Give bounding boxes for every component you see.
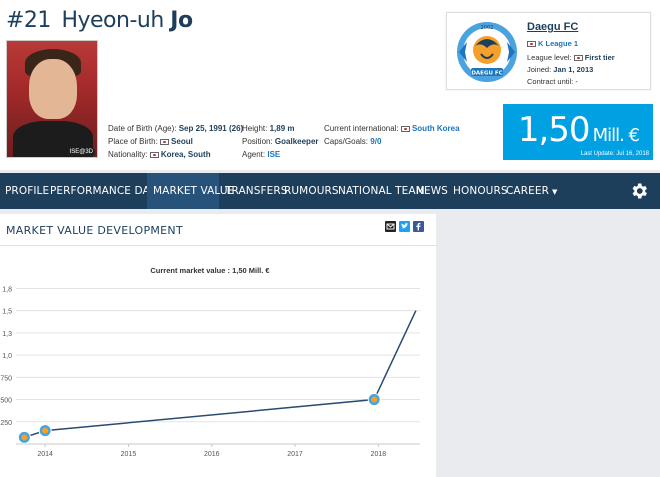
- pob-row: Place of Birth: Seoul: [108, 137, 193, 146]
- korea-flag-icon: [400, 125, 410, 132]
- data-point-club-badge-icon[interactable]: [17, 430, 31, 444]
- last-name: Jo: [170, 8, 193, 33]
- y-tick-label: 1,0: [2, 353, 12, 360]
- svg-text:2002: 2002: [481, 25, 494, 31]
- club-box: DAEGU FC 2002 Daegu FC K League 1 League…: [446, 12, 651, 90]
- x-tick-label: 2016: [204, 451, 220, 458]
- y-tick-label: 1,8: [2, 286, 12, 293]
- player-name: #21 Hyeon-uh Jo: [6, 8, 193, 33]
- svg-text:DAEGU FC: DAEGU FC: [471, 71, 502, 77]
- player-photo: ISE@3D: [6, 40, 98, 158]
- agent-link[interactable]: ISE: [267, 150, 280, 159]
- gear-icon[interactable]: [629, 181, 649, 201]
- data-point-club-badge-icon[interactable]: [38, 424, 52, 438]
- x-tick-label: 2014: [37, 451, 53, 458]
- dob-row: Date of Birth (Age): Sep 25, 1991 (26): [108, 124, 244, 133]
- league-level-row: League level: First tier: [527, 53, 615, 62]
- last-update: Last Update: Jul 16, 2018: [580, 151, 649, 157]
- photo-face: [29, 59, 77, 119]
- nav-item-profile[interactable]: Profile: [0, 173, 49, 209]
- right-column: [436, 214, 660, 477]
- club-name-link[interactable]: Daegu FC: [527, 21, 578, 33]
- league-row: K League 1: [527, 39, 578, 48]
- y-tick-label: 500: [0, 398, 12, 405]
- dob-value: Sep 25, 1991 (26): [178, 124, 244, 133]
- daegu-fc-logo-icon[interactable]: DAEGU FC 2002: [453, 18, 521, 86]
- nationality-value: Korea, South: [160, 150, 211, 159]
- y-tick-label: 1,3: [2, 331, 12, 338]
- x-tick-label: 2018: [371, 451, 387, 458]
- korea-flag-icon: [573, 55, 583, 62]
- y-tick-label: 250: [0, 420, 12, 427]
- market-value-chart: Current market value : 1,50 Mill. € 250 5…: [0, 258, 436, 477]
- position-row: Position: Goalkeeper: [242, 137, 319, 146]
- photo-tag: ISE@3D: [67, 149, 95, 155]
- facebook-share-icon[interactable]: [413, 221, 424, 232]
- data-point-club-badge-icon[interactable]: [367, 393, 381, 407]
- agent-row: Agent: ISE: [242, 150, 281, 159]
- height-value: 1,89 m: [269, 124, 295, 133]
- league-link[interactable]: K League 1: [538, 39, 578, 48]
- nav-item-career[interactable]: Career ▼: [500, 173, 557, 209]
- caps-link[interactable]: 9/0: [370, 137, 381, 146]
- nav-item-honours[interactable]: Honours: [447, 173, 508, 209]
- korea-flag-icon: [160, 138, 170, 145]
- market-value-panel: Market value development Current market …: [0, 214, 436, 477]
- pob-value: Seoul: [171, 137, 193, 146]
- y-tick-label: 750: [0, 375, 12, 382]
- nav-item-transfers[interactable]: Transfers: [219, 173, 287, 209]
- nav-item-rumours[interactable]: Rumours: [278, 173, 339, 209]
- contract-row: Contract until: -: [527, 77, 578, 86]
- x-tick-label: 2017: [287, 451, 303, 458]
- y-tick-label: 1,5: [2, 309, 12, 316]
- nav-item-news[interactable]: News: [410, 173, 448, 209]
- first-name: Hyeon-uh: [61, 8, 164, 33]
- nationality-row: Nationality: Korea, South: [108, 150, 211, 159]
- caret-down-icon: ▼: [551, 188, 558, 196]
- shirt-number: #21: [6, 8, 51, 33]
- height-row: Height: 1,89 m: [242, 124, 295, 133]
- email-share-icon[interactable]: [385, 221, 396, 232]
- main-nav: ProfilePerformance data▼Market valueTran…: [0, 173, 660, 209]
- nav-item-market-value[interactable]: Market value: [147, 173, 234, 209]
- position-value: Goalkeeper: [274, 137, 319, 146]
- x-tick-label: 2015: [121, 451, 137, 458]
- series-line: [24, 310, 417, 439]
- national-team-link[interactable]: South Korea: [412, 124, 460, 133]
- chart-svg: 250 500 750 1,0 1,3 1,5 1,8 2014 2015 2016 2017 201…: [0, 286, 420, 458]
- international-row: Current international: South Korea: [324, 124, 460, 133]
- player-header: #21 Hyeon-uh Jo ISE@3D Date of Birth (Ag…: [0, 0, 660, 170]
- market-value-box[interactable]: 1,50 Mill. € Last Update: Jul 16, 2018: [503, 104, 653, 160]
- nav-item-performance-data[interactable]: Performance data▼: [44, 173, 170, 209]
- nav-item-national-team[interactable]: National team: [332, 173, 425, 209]
- korea-flag-icon: [527, 41, 536, 48]
- caps-row: Caps/Goals: 9/0: [324, 137, 382, 146]
- market-value: 1,50 Mill. €: [517, 110, 640, 150]
- joined-row: Joined: Jan 1, 2013: [527, 65, 594, 74]
- korea-flag-icon: [149, 151, 159, 158]
- panel-title: Market value development: [6, 224, 183, 237]
- panel-divider: [0, 245, 436, 246]
- twitter-share-icon[interactable]: [399, 221, 410, 232]
